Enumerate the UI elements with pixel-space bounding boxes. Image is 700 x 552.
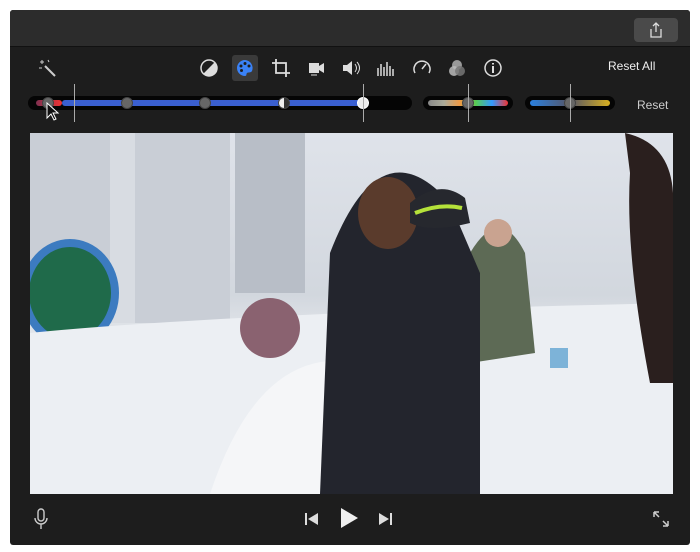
imovie-viewer-window: Reset All Reset — [10, 10, 690, 545]
saturation-marker — [468, 84, 469, 122]
exposure-slider[interactable] — [28, 96, 412, 110]
palette-icon — [237, 60, 253, 76]
fullscreen-icon[interactable] — [652, 510, 670, 528]
magic-wand-button[interactable] — [34, 55, 60, 81]
microphone-icon[interactable] — [34, 508, 48, 530]
color-balance-button[interactable] — [196, 55, 222, 81]
share-button[interactable] — [634, 18, 678, 42]
reset-all-button[interactable]: Reset All — [608, 59, 655, 73]
clip-marker — [74, 84, 75, 122]
midtones-handle[interactable] — [199, 97, 211, 109]
camera-icon — [309, 63, 324, 76]
share-icon — [650, 22, 662, 38]
equalizer-button[interactable] — [373, 55, 399, 81]
color-correction-button[interactable] — [232, 55, 258, 81]
white-marker — [363, 84, 364, 122]
speed-button[interactable] — [409, 55, 435, 81]
equalizer-icon — [377, 62, 394, 76]
magic-wand-icon — [39, 59, 56, 77]
color-balance-icon — [200, 59, 218, 77]
video-frame — [30, 133, 673, 494]
info-icon — [484, 59, 502, 77]
skip-back-icon[interactable] — [304, 511, 320, 527]
filter-icon — [449, 60, 465, 76]
speedometer-icon — [413, 60, 431, 74]
skip-forward-icon[interactable] — [377, 511, 393, 527]
filter-button[interactable] — [444, 55, 470, 81]
speaker-icon — [343, 61, 360, 75]
shadows-handle[interactable] — [121, 97, 133, 109]
exposure-range — [62, 100, 364, 106]
crop-button[interactable] — [268, 55, 294, 81]
video-preview — [30, 133, 673, 494]
playback-controls — [10, 494, 690, 545]
title-bar — [10, 10, 690, 47]
info-button[interactable] — [480, 55, 506, 81]
volume-button[interactable] — [338, 55, 364, 81]
mouse-cursor-icon — [46, 102, 60, 121]
reset-button[interactable]: Reset — [637, 98, 668, 112]
crop-icon — [272, 59, 290, 77]
play-icon[interactable] — [339, 507, 359, 529]
stabilization-button[interactable] — [303, 55, 329, 81]
highlights-handle[interactable] — [278, 97, 290, 109]
temperature-marker — [570, 84, 571, 122]
